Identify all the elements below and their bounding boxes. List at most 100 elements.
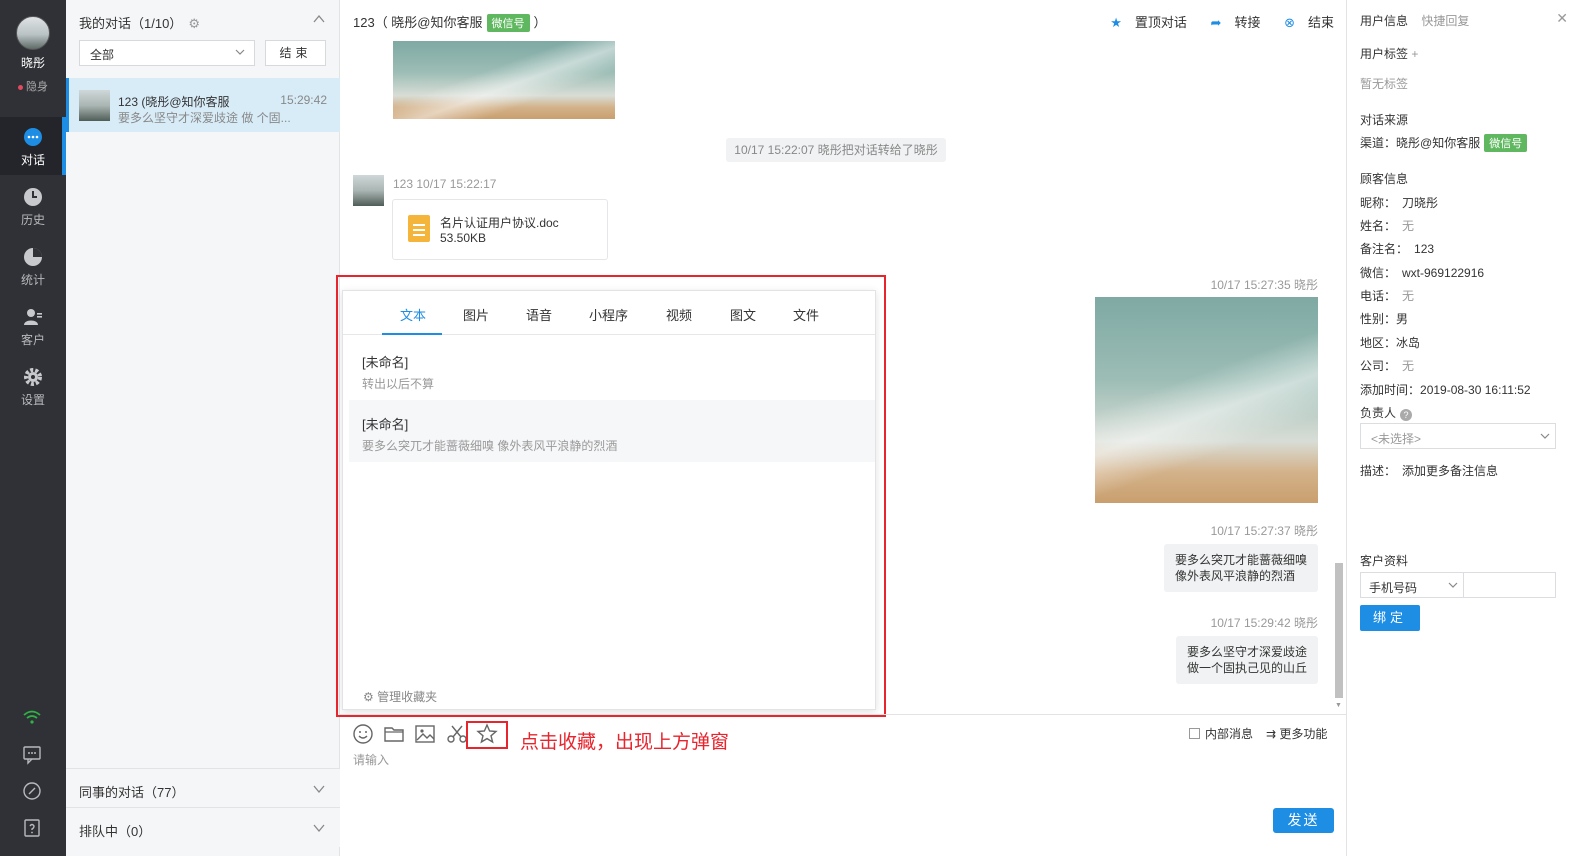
tab-quick-reply[interactable]: 快捷回复 <box>1421 14 1469 28</box>
owner-row: 负责人? <box>1360 404 1413 421</box>
pie-chart-icon <box>24 248 42 266</box>
scroll-down-arrow-icon[interactable]: ▼ <box>1335 702 1343 710</box>
description-row: 描述： 添加更多备注信息 <box>1360 462 1498 479</box>
transfer-button[interactable]: ➦ 转接 <box>1201 15 1261 30</box>
message-meta: 10/17 15:27:35 晓彤 <box>1210 278 1318 292</box>
chat-icon <box>24 128 42 146</box>
conversation-item[interactable]: 123 (晓彤@知你客服 15:29:42 要多么坚守才深爱歧途 做 个固... <box>66 78 340 132</box>
conversation-avatar <box>79 90 110 121</box>
favorite-item[interactable]: [未命名] 转出以后不算 <box>349 338 875 400</box>
tab-article[interactable]: 图文 <box>730 305 756 324</box>
bind-button[interactable]: 绑定 <box>1360 605 1420 631</box>
chat-scrollbar-thumb[interactable] <box>1335 563 1343 698</box>
internal-message-label: 内部消息 <box>1205 727 1254 741</box>
field-key: 电话： <box>1360 289 1397 303</box>
favorite-item[interactable]: [未命名] 要多么突兀才能蔷薇细嗅 像外表风平浪静的烈酒 <box>349 400 875 462</box>
field-key: 昵称： <box>1360 196 1397 210</box>
channel-value: 晓彤@知你客服 <box>1396 136 1481 150</box>
favorites-tabs: 文本 图片 语音 小程序 视频 图文 文件 <box>343 291 875 335</box>
user-avatar[interactable] <box>16 16 50 50</box>
conversation-source-label: 对话来源 <box>1360 113 1409 127</box>
nav-label-settings: 设置 <box>20 393 45 407</box>
field-value: 无 <box>1402 359 1415 373</box>
owner-select[interactable]: <未选择> <box>1360 423 1556 449</box>
tab-voice[interactable]: 语音 <box>526 305 552 324</box>
message-bubble: 要多么坚守才深爱歧途 做一个固执己见的山丘 <box>1175 636 1318 684</box>
internal-message-checkbox[interactable]: 内部消息 <box>1189 725 1253 742</box>
nav-item-settings[interactable]: 设置 <box>0 357 66 415</box>
message-input[interactable]: 请输入 <box>353 751 389 768</box>
forward-icon: ➦ <box>1210 15 1222 30</box>
my-conversations-header: 我的对话（1/10） ⚙ <box>79 13 200 32</box>
message-icon[interactable] <box>21 743 43 765</box>
tab-file[interactable]: 文件 <box>793 305 819 324</box>
clock-icon <box>24 188 42 206</box>
field-region: 地区：冰岛 <box>1360 334 1420 351</box>
close-circle-icon: ⊗ <box>1284 15 1295 30</box>
pin-conversation-button[interactable]: ★ 置顶对话 <box>1100 15 1187 30</box>
user-tags-label: 用户标签 <box>1360 47 1409 61</box>
gear-icon[interactable]: ⚙ <box>188 16 200 32</box>
nav-item-history[interactable]: 历史 <box>0 177 66 235</box>
message-meta: 123 10/17 15:22:17 <box>393 177 497 191</box>
send-button[interactable]: 发送 <box>1273 808 1334 833</box>
emoji-icon[interactable] <box>352 723 374 745</box>
image-icon[interactable] <box>414 723 436 745</box>
star-icon: ★ <box>1110 15 1122 30</box>
help-icon[interactable]: ? <box>1400 409 1413 421</box>
field-company: 公司： 无 <box>1360 357 1414 374</box>
end-conversation-button[interactable]: ⊗ 结束 <box>1274 15 1334 30</box>
file-message[interactable]: 名片认证用户协议.doc 53.50KB <box>392 199 608 260</box>
nav-item-stats[interactable]: 统计 <box>0 237 66 295</box>
queue-title: 排队中（0） <box>79 824 152 839</box>
more-functions-button[interactable]: ⇉ 更多功能 <box>1266 725 1327 742</box>
profile-type-value: 手机号码 <box>1369 581 1418 595</box>
description-input[interactable]: 添加更多备注信息 <box>1402 464 1498 478</box>
more-functions-label: 更多功能 <box>1279 727 1328 741</box>
field-key: 微信： <box>1360 266 1397 280</box>
message-bubble: 要多么突兀才能蔷薇细嗅 像外表风平浪静的烈酒 <box>1163 544 1318 592</box>
link-icon[interactable] <box>21 780 43 802</box>
nav-item-chat[interactable]: 对话 <box>0 117 66 175</box>
nav-label-chat: 对话 <box>20 153 45 167</box>
chevron-down-icon <box>313 824 325 833</box>
chevron-up-icon[interactable] <box>312 12 326 26</box>
conversation-filter-select[interactable]: 全部 <box>79 40 255 66</box>
user-status-label: 隐身 <box>26 81 48 93</box>
queue-section[interactable]: 排队中（0） <box>66 807 340 847</box>
status-dot <box>18 84 23 90</box>
field-name: 姓名： 无 <box>1360 217 1414 234</box>
end-label: 结束 <box>1307 15 1334 30</box>
folder-icon[interactable] <box>383 723 405 745</box>
file-size: 53.50KB <box>440 231 487 245</box>
nav-item-customer[interactable]: 客户 <box>0 297 66 355</box>
image-message[interactable] <box>1095 297 1318 503</box>
tab-mini-program[interactable]: 小程序 <box>589 305 628 324</box>
left-nav: 晓彤 隐身 对话 历史 统计 客户 设置 <box>0 0 66 856</box>
favorites-popup: 文本 图片 语音 小程序 视频 图文 文件 [未命名] 转出以后不算 [未命名]… <box>342 290 876 710</box>
add-tag-icon[interactable]: + <box>1411 47 1418 61</box>
manage-favorites-link[interactable]: ⚙ 管理收藏夹 <box>363 688 437 705</box>
field-key: 地区： <box>1360 336 1397 350</box>
profile-value-input[interactable] <box>1464 572 1556 598</box>
scissors-icon[interactable] <box>446 723 468 745</box>
profile-type-select[interactable]: 手机号码 <box>1360 572 1464 598</box>
field-gender: 性别：男 <box>1360 310 1408 327</box>
close-icon[interactable]: ✕ <box>1556 10 1568 27</box>
wechat-tag: 微信号 <box>1484 134 1528 152</box>
nav-label-stats: 统计 <box>20 273 45 287</box>
active-tab-underline <box>382 333 442 335</box>
channel-label: 渠道： <box>1360 136 1397 150</box>
tab-user-info[interactable]: 用户信息 <box>1360 14 1408 28</box>
tab-video[interactable]: 视频 <box>666 305 692 324</box>
help-doc-icon[interactable] <box>21 817 43 839</box>
tab-image[interactable]: 图片 <box>463 305 489 324</box>
end-button[interactable]: 结束 <box>265 40 326 66</box>
colleague-conversations-section[interactable]: 同事的对话（77） <box>66 768 340 808</box>
image-message[interactable] <box>393 41 615 119</box>
transfer-label: 转接 <box>1234 15 1261 30</box>
tab-text[interactable]: 文本 <box>400 305 426 324</box>
chat-title-text: 123（ 晓彤@知你客服 <box>353 15 483 30</box>
field-value: 刀晓彤 <box>1402 196 1439 210</box>
user-status[interactable]: 隐身 <box>0 78 66 94</box>
